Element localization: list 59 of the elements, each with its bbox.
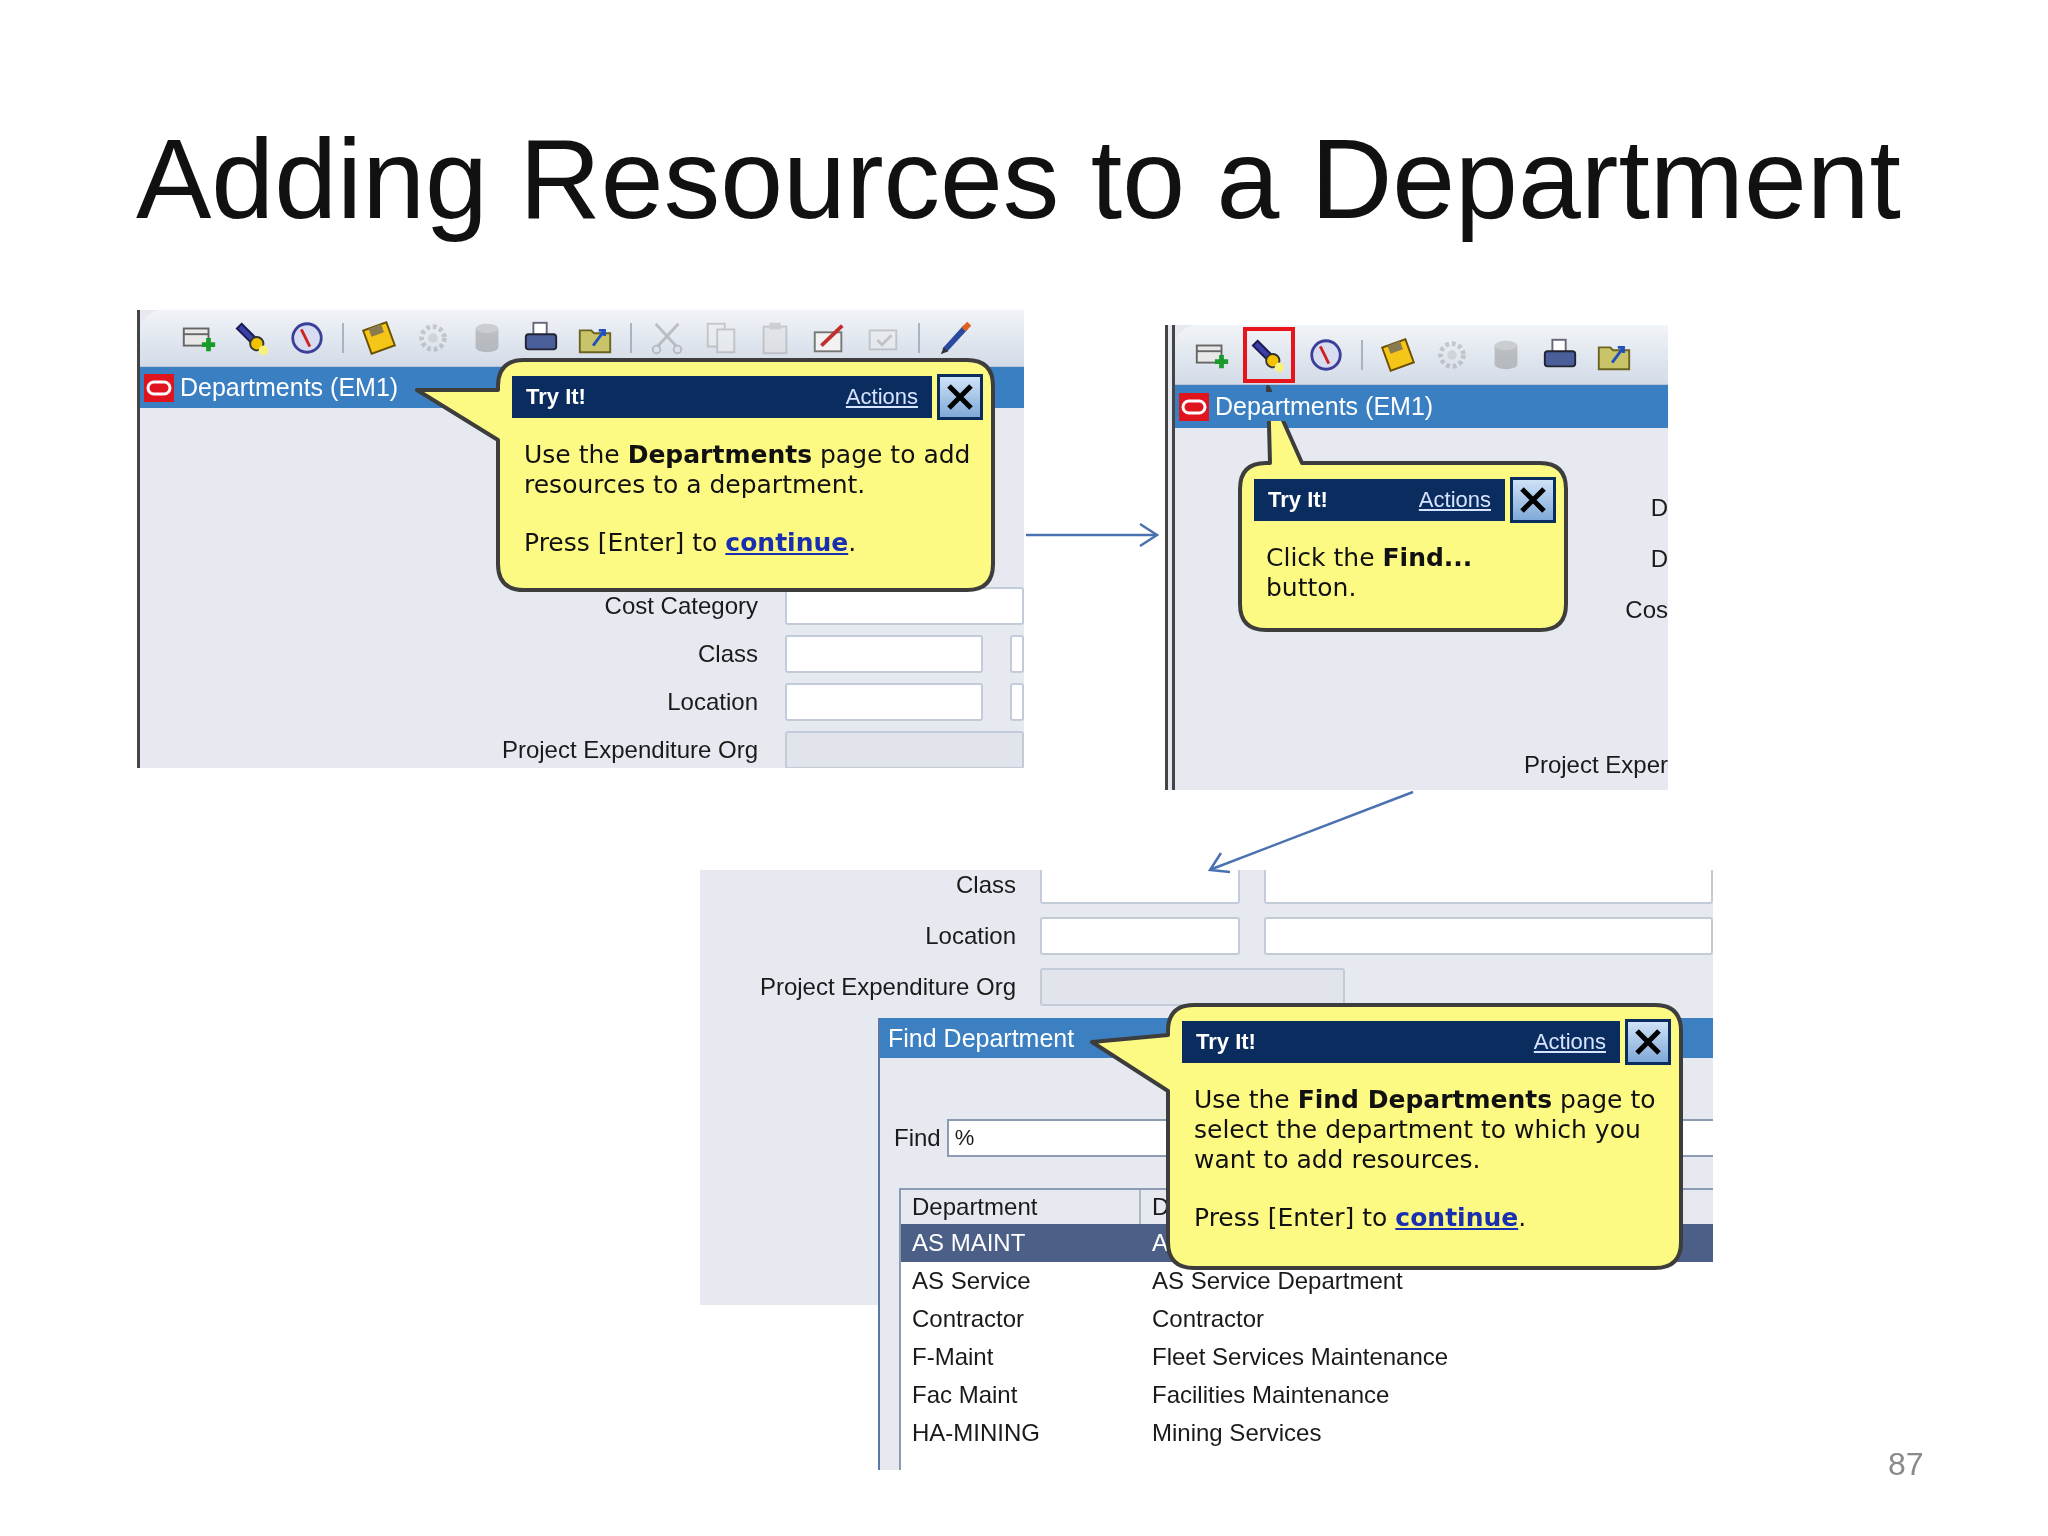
table-cell-text: Contractor [911,1304,1026,1334]
input-field[interactable] [1010,635,1024,673]
input-field[interactable] [785,683,983,721]
oval-logo-icon [144,373,174,402]
list-row[interactable]: F-Maint Fleet Services Maintenance [901,1338,1713,1376]
table-cell-text: AS Service Department [1151,1266,1403,1296]
flashlight-icon[interactable] [1243,326,1295,383]
field-label: D [1650,544,1668,574]
prompt-text: Press [Enter] to continue. [1194,1203,1528,1233]
field-label: Class [697,640,758,668]
list-row[interactable]: Fac Maint Facilities Maintenance [901,1376,1713,1414]
actions-link[interactable]: Actions [1533,1029,1606,1055]
list-row[interactable]: Contractor Contractor [901,1300,1713,1338]
field-label: Cos [1625,595,1668,625]
field-label: Project Expenditure Org [758,972,1016,1001]
field-label: Project Expenditure Org [500,736,758,764]
oval-logo-icon [1179,392,1209,421]
instruction-text: Use the Find Departments page to select the department to which you want to add resources. [1194,1085,1657,1175]
field-label: Location [666,688,758,716]
table-cell-text: AS Service [911,1266,1032,1296]
close-button[interactable] [1625,1019,1671,1065]
input-field[interactable] [1040,916,1240,955]
list-row[interactable]: HA-MINING Mining Services [901,1414,1713,1452]
page-number: 87 [1888,1446,1924,1483]
field-label: Project Exper [1523,750,1668,780]
input-field[interactable] [1264,916,1713,955]
close-button[interactable] [1510,477,1556,523]
callout-title: Try It! [1196,1029,1256,1055]
field-label: Cost Category [603,592,758,620]
input-field[interactable] [1264,870,1713,904]
field-label: D [1650,493,1668,523]
actions-link[interactable]: Actions [845,384,918,410]
slide-title: Adding Resources to a Department [136,115,1902,244]
actions-link[interactable]: Actions [1418,487,1491,513]
dialog-title: Find Department [888,1023,1075,1053]
table-cell-text: F-Maint [911,1342,995,1372]
continue-link[interactable]: continue [1395,1203,1519,1232]
field-label: Find [894,1124,941,1152]
callout-title: Try It! [1268,487,1328,513]
window-title: Departments (EM1) [1215,392,1434,421]
table-cell-text: Mining Services [1151,1418,1322,1448]
table-cell-text: Contractor [1151,1304,1265,1334]
instruction-text: Click the Find... button. [1266,543,1474,603]
continue-link[interactable]: continue [725,528,849,557]
callout-title: Try It! [526,384,586,410]
table-cell-text: Fleet Services Maintenance [1151,1342,1449,1372]
field-label: Class [955,870,1016,899]
table-cell-text: Facilities Maintenance [1151,1380,1390,1410]
input-field[interactable] [785,635,983,673]
table-cell-text: A [1151,1228,1168,1258]
instruction-text: Use the Departments page to add resources to a department. [524,440,971,500]
table-cell-text: HA-MINING [911,1418,1041,1448]
input-field[interactable] [1040,870,1240,904]
close-button[interactable] [937,374,983,420]
input-field[interactable] [1010,683,1024,721]
field-label: Location [924,921,1016,950]
table-cell-text: AS MAINT [911,1228,1027,1258]
prompt-text: Press [Enter] to continue. [524,528,858,558]
table-cell-text: Fac Maint [911,1380,1019,1410]
